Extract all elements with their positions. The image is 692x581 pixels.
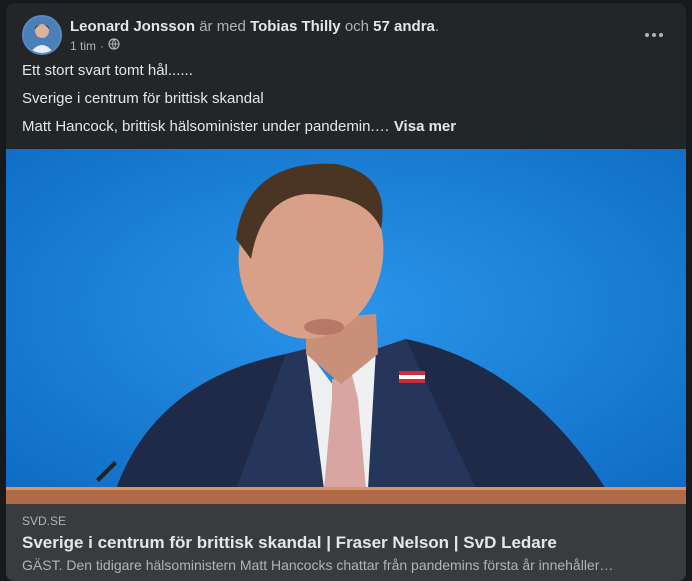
avatar[interactable] (22, 15, 62, 55)
and-text: och (344, 18, 369, 35)
press-photo (6, 149, 686, 504)
globe-icon (108, 38, 120, 53)
more-options-button[interactable] (638, 21, 670, 49)
link-description: GÄST. Den tidigare hälsoministern Matt H… (22, 557, 614, 573)
post-line-3-text: Matt Hancock, brittisk hälsominister und… (22, 118, 390, 135)
period: . (434, 18, 440, 35)
link-domain: SVD.SE (22, 514, 67, 528)
avatar-image (24, 17, 60, 53)
with-text: är med (199, 18, 246, 35)
post-meta: 1 tim · (70, 38, 120, 53)
author-name[interactable]: Leonard Jonsson (70, 18, 195, 35)
more-dots-icon (645, 33, 663, 37)
link-title[interactable]: Sverige i centrum för brittisk skandal |… (22, 533, 557, 553)
link-preview[interactable]: SVD.SE Sverige i centrum för brittisk sk… (6, 504, 686, 581)
tagged-person[interactable]: Tobias Thilly (250, 18, 341, 35)
meta-separator: · (100, 38, 105, 53)
see-more-link[interactable]: Visa mer (394, 118, 456, 135)
post-line-1: Ett stort svart tomt hål...... (22, 62, 193, 79)
post-text: Ett stort svart tomt hål...... Sverige i… (22, 61, 670, 145)
tagged-others[interactable]: 57 andra (373, 18, 435, 35)
author-line: Leonard Jonsson är med Tobias Thilly och… (70, 17, 439, 37)
post-header: Leonard Jonsson är med Tobias Thilly och… (22, 15, 670, 59)
post-time[interactable]: 1 tim (70, 39, 96, 53)
link-preview-image[interactable] (6, 149, 686, 504)
post-card: Leonard Jonsson är med Tobias Thilly och… (6, 3, 686, 581)
post-line-3: Matt Hancock, brittisk hälsominister und… (22, 117, 670, 137)
post-line-2: Sverige i centrum för brittisk skandal (22, 90, 264, 107)
